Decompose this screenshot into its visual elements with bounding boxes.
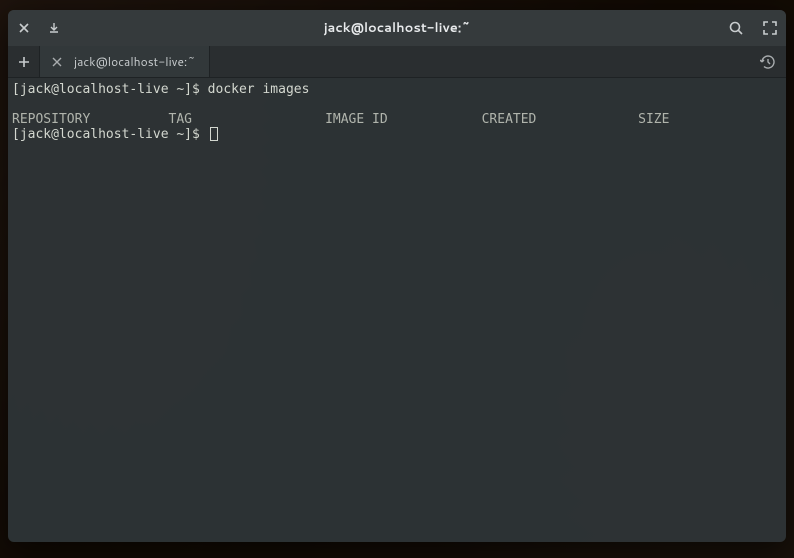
history-icon [760,54,776,70]
window-title: jack@localhost-live:~ [324,19,471,37]
close-tab-button[interactable] [50,55,64,69]
terminal-output-area[interactable]: [jack@localhost-live ~]$ docker images R… [8,78,786,542]
command-text: docker images [208,82,310,97]
close-icon [52,57,62,67]
shell-prompt: [jack@localhost-live ~]$ [12,82,208,97]
download-icon [48,22,60,34]
titlebar-left-controls [16,20,62,36]
titlebar-right-controls [728,20,778,36]
fullscreen-icon [763,21,777,35]
terminal-tab[interactable]: jack@localhost-live:~ [40,46,210,77]
terminal-window: jack@localhost-live:~ [8,10,786,542]
fullscreen-button[interactable] [762,20,778,36]
tabbar-spacer [210,46,750,77]
history-button[interactable] [750,46,786,77]
shell-prompt: [jack@localhost-live ~]$ [12,127,208,142]
close-icon [18,22,30,34]
download-button[interactable] [46,20,62,36]
window-titlebar: jack@localhost-live:~ [8,10,786,46]
tab-bar: jack@localhost-live:~ [8,46,786,78]
cursor [210,127,218,141]
search-icon [728,20,744,36]
new-tab-button[interactable] [8,46,40,77]
docker-images-header: REPOSITORY TAG IMAGE ID CREATED SIZE [12,112,669,127]
plus-icon [17,55,31,69]
close-window-button[interactable] [16,20,32,36]
tab-label: jack@localhost-live:~ [74,53,195,70]
search-button[interactable] [728,20,744,36]
